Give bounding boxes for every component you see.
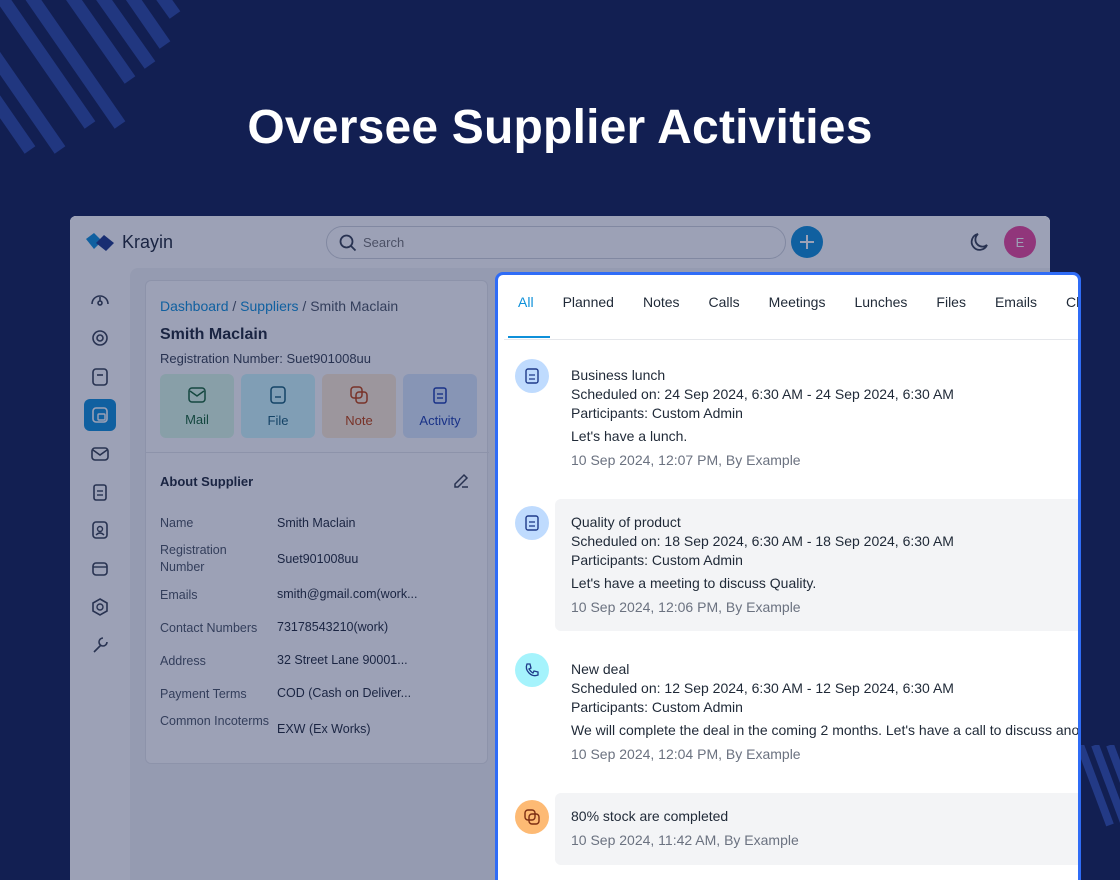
mail-icon[interactable] (84, 438, 116, 470)
activity-schedule: Scheduled on: 18 Sep 2024, 6:30 AM - 18 … (571, 533, 954, 549)
activity-title: Quality of product (571, 514, 681, 530)
plus-icon (800, 235, 814, 249)
attr-value-address: 32 Street Lane 90001... (277, 653, 408, 667)
note-button-label: Note (345, 412, 373, 428)
supplier-name: Smith Maclain (160, 326, 268, 343)
clipboard-icon (515, 506, 549, 540)
attr-value-registration: Suet901008uu (277, 552, 359, 566)
user-avatar[interactable]: E (1004, 226, 1036, 258)
activity-item[interactable]: Quality of product Scheduled on: 18 Sep … (571, 513, 954, 617)
activity-body: We will complete the deal in the coming … (571, 722, 1081, 738)
attr-label-name: Name (160, 516, 194, 530)
configuration-icon[interactable] (84, 629, 116, 661)
activity-participants: Participants: Custom Admin (571, 699, 743, 715)
tab-changes[interactable]: Ch (1066, 279, 1078, 339)
file-icon (270, 385, 286, 404)
activity-participants: Participants: Custom Admin (571, 405, 743, 421)
mail-icon (188, 386, 206, 403)
dark-mode-icon[interactable] (968, 230, 992, 254)
activities-icon[interactable] (84, 476, 116, 508)
activity-button-label: Activity (419, 412, 461, 428)
activity-button[interactable]: Activity (403, 374, 477, 438)
breadcrumb-separator: / (298, 298, 311, 314)
divider (146, 452, 489, 453)
activity-schedule: Scheduled on: 24 Sep 2024, 6:30 AM - 24 … (571, 386, 954, 402)
tab-calls[interactable]: Calls (709, 279, 740, 339)
tab-emails[interactable]: Emails (995, 279, 1037, 339)
attr-label-emails: Emails (160, 588, 198, 602)
activity-icon (433, 386, 447, 404)
activity-body: Let's have a lunch. (571, 428, 688, 444)
contacts-icon[interactable] (84, 514, 116, 546)
clipboard-icon (515, 359, 549, 393)
tab-planned[interactable]: Planned (563, 279, 614, 339)
quotes-icon[interactable] (84, 361, 116, 393)
products-icon[interactable] (84, 553, 116, 585)
tab-lunches[interactable]: Lunches (854, 279, 907, 339)
activity-item[interactable]: 80% stock are completed 10 Sep 2024, 11:… (571, 807, 799, 850)
attr-label-contact-numbers: Contact Numbers (160, 621, 258, 635)
attr-label-incoterms: Common Incoterms (160, 714, 270, 728)
note-icon (350, 385, 368, 404)
attr-value-emails: smith@gmail.com(work... (277, 587, 418, 601)
krayin-logo-icon (86, 232, 114, 251)
action-buttons: Mail File Note Activity (160, 374, 477, 438)
activity-title: New deal (571, 661, 630, 677)
activity-meta: 10 Sep 2024, 12:04 PM, By Example (571, 746, 801, 762)
activity-meta: 10 Sep 2024, 11:42 AM, By Example (571, 832, 799, 848)
mail-button[interactable]: Mail (160, 374, 234, 438)
logo[interactable]: Krayin (86, 232, 173, 253)
breadcrumb-dashboard[interactable]: Dashboard (160, 298, 229, 314)
attr-value-payment-terms: COD (Cash on Deliver... (277, 686, 412, 700)
search-bar[interactable] (326, 226, 786, 259)
note-button[interactable]: Note (322, 374, 396, 438)
activity-participants: Participants: Custom Admin (571, 552, 743, 568)
mail-button-label: Mail (185, 411, 209, 427)
activity-panel: All Planned Notes Calls Meetings Lunches… (495, 272, 1081, 880)
activity-title: Business lunch (571, 367, 666, 383)
top-bar: Krayin E (70, 216, 1050, 268)
breadcrumb-separator: / (228, 298, 241, 314)
about-supplier-title: About Supplier (160, 474, 254, 489)
activity-schedule: Scheduled on: 12 Sep 2024, 6:30 AM - 12 … (571, 680, 954, 696)
activity-body: Let's have a meeting to discuss Quality. (571, 575, 817, 591)
file-button-label: File (267, 412, 289, 428)
activity-title: 80% stock are completed (571, 808, 729, 824)
sidebar (70, 268, 130, 880)
tab-files[interactable]: Files (936, 279, 966, 339)
edit-icon[interactable] (452, 472, 470, 490)
attr-label-registration: Registration Number (160, 543, 227, 574)
tab-all[interactable]: All (508, 279, 549, 339)
file-button[interactable]: File (241, 374, 315, 438)
registration-number: Registration Number: Suet901008uu (160, 351, 372, 366)
supplier-card: Dashboard / Suppliers / Smith Maclain Sm… (145, 280, 489, 764)
dashboard-icon[interactable] (84, 284, 116, 316)
activity-item[interactable]: Business lunch Scheduled on: 24 Sep 2024… (571, 366, 954, 470)
breadcrumb: Dashboard / Suppliers / Smith Maclain (160, 298, 398, 314)
activity-meta: 10 Sep 2024, 12:07 PM, By Example (571, 452, 801, 468)
attr-value-incoterms: EXW (Ex Works) (277, 722, 371, 736)
tab-notes[interactable]: Notes (643, 279, 680, 339)
attr-label-address: Address (160, 654, 206, 668)
search-input[interactable] (363, 235, 763, 250)
breadcrumb-current: Smith Maclain (310, 298, 399, 314)
tab-meetings[interactable]: Meetings (769, 279, 826, 339)
logo-text: Krayin (122, 232, 174, 252)
attr-value-contact-numbers: 73178543210(work) (277, 620, 389, 634)
suppliers-icon[interactable] (84, 399, 116, 431)
activity-tabs: All Planned Notes Calls Meetings Lunches… (504, 279, 1078, 340)
phone-icon (515, 653, 549, 687)
attr-label-payment-terms: Payment Terms (160, 687, 247, 701)
settings-icon[interactable] (84, 591, 116, 623)
activity-item[interactable]: New deal Scheduled on: 12 Sep 2024, 6:30… (571, 660, 1081, 764)
search-icon (339, 234, 357, 251)
page-headline: Oversee Supplier Activities (247, 101, 873, 154)
attr-value-name: Smith Maclain (277, 516, 356, 530)
note-icon (515, 800, 549, 834)
activity-meta: 10 Sep 2024, 12:06 PM, By Example (571, 599, 801, 615)
breadcrumb-suppliers[interactable]: Suppliers (240, 298, 298, 314)
leads-icon[interactable] (84, 322, 116, 354)
quick-create-button[interactable] (791, 226, 823, 258)
